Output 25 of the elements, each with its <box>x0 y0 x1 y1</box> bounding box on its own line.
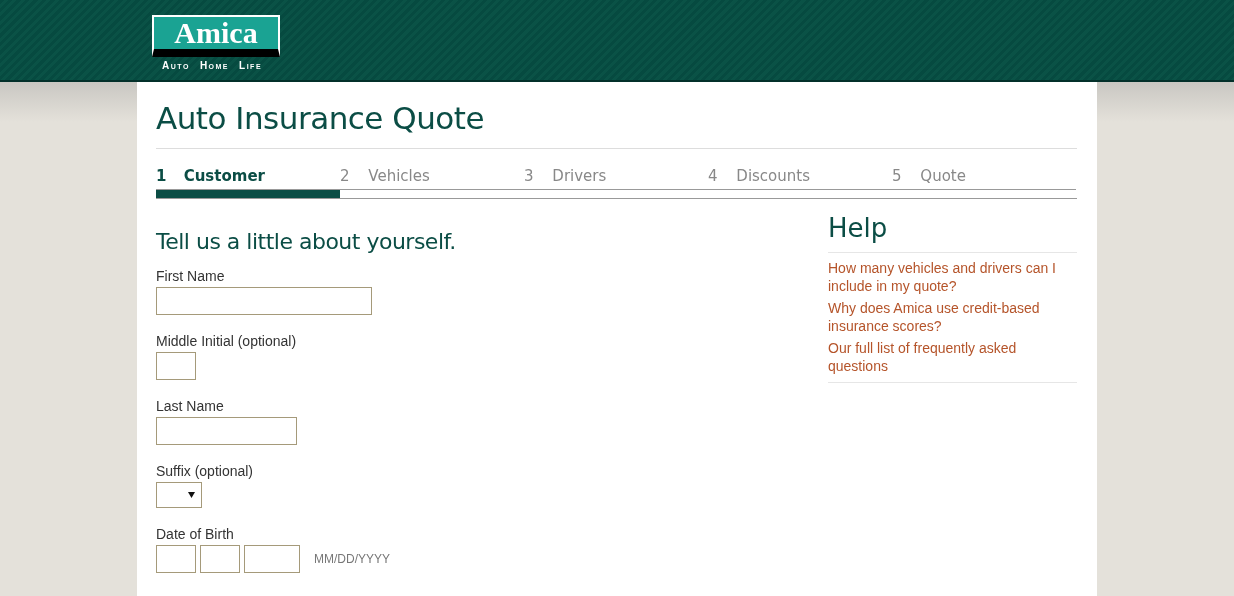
step-tab[interactable]: 3 Drivers <box>524 167 708 189</box>
help-link[interactable]: How many vehicles and drivers can I include in my quote? <box>828 259 1077 295</box>
text-input[interactable] <box>156 287 372 315</box>
field-label: First Name <box>156 268 226 284</box>
text-input[interactable] <box>156 417 297 445</box>
help-link[interactable]: Our full list of frequently asked questions <box>828 339 1077 375</box>
help-link[interactable]: Why does Amica use credit-based insurance scores? <box>828 299 1077 335</box>
field-label: Date of Birth <box>156 526 235 542</box>
step-tab[interactable]: 2 Vehicles <box>340 167 524 189</box>
help-title: Help <box>828 213 1077 253</box>
caret-icon <box>188 492 195 498</box>
form-heading: Tell us a little about yourself. <box>156 229 456 254</box>
field-label: Suffix (optional) <box>156 463 254 479</box>
step-tab[interactable]: 5 Quote <box>892 167 1076 189</box>
field-label: Middle Initial (optional) <box>156 333 298 349</box>
field-label: Last Name <box>156 398 225 414</box>
step-tab[interactable]: 4 Discounts <box>708 167 892 189</box>
suffix-dropdown[interactable] <box>156 482 202 508</box>
month-input[interactable] <box>156 545 196 573</box>
day-input[interactable] <box>200 545 240 573</box>
step-tab[interactable]: 1 Customer <box>156 167 340 189</box>
text-input[interactable] <box>156 352 196 380</box>
year-input[interactable] <box>244 545 300 573</box>
page-title: Auto Insurance Quote <box>156 100 1077 149</box>
date-format-hint: MM/DD/YYYY <box>314 552 390 566</box>
